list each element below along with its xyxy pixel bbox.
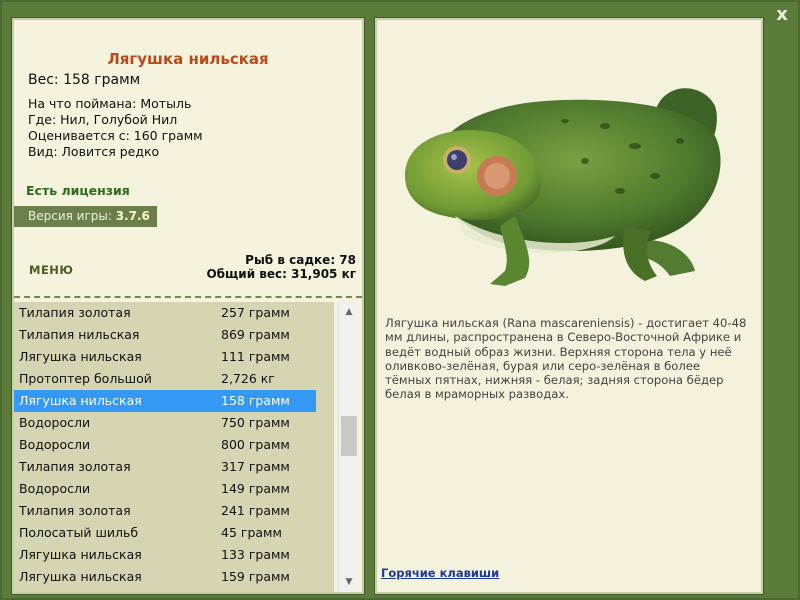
scroll-down-icon[interactable]: ▼ — [339, 574, 359, 590]
frog-image — [405, 88, 721, 286]
list-item-weight: 111 грамм — [221, 349, 290, 364]
list-item[interactable]: Лягушка нильская 159 грамм — [14, 566, 316, 588]
list-item-weight: 257 грамм — [221, 305, 290, 320]
list-item-name: Лягушка нильская — [19, 547, 142, 562]
list-item-weight: 800 грамм — [221, 437, 290, 452]
list-item[interactable]: Водоросли 750 грамм — [14, 412, 316, 434]
catch-info-panel: Лягушка нильская Вес: 158 грамм На что п… — [11, 17, 365, 595]
close-icon[interactable]: x — [770, 4, 794, 26]
list-item-name: Тилапия золотая — [19, 305, 131, 320]
list-item-weight: 869 грамм — [221, 327, 290, 342]
list-item-name: Лягушка нильская — [19, 393, 142, 408]
list-item[interactable]: Тилапия золотая 241 грамм — [14, 500, 316, 522]
list-item-weight: 45 грамм — [221, 525, 282, 540]
list-item[interactable]: Полосатый шильб 45 грамм — [14, 522, 316, 544]
list-scrollbar[interactable]: ▲ ▼ — [338, 302, 359, 592]
list-item[interactable]: Лягушка нильская 133 грамм — [14, 544, 316, 566]
list-item-weight: 158 грамм — [221, 393, 290, 408]
list-item[interactable]: Водоросли 149 грамм — [14, 478, 316, 500]
list-item-name: Тилапия золотая — [19, 459, 131, 474]
scroll-up-icon[interactable]: ▲ — [339, 304, 359, 320]
list-item[interactable]: Лягушка нильская 111 грамм — [14, 346, 316, 368]
version-badge: Версия игры: 3.7.6 — [14, 206, 157, 227]
list-item[interactable]: Лягушка нильская 158 грамм — [14, 390, 316, 412]
hotkeys-link[interactable]: Горячие клавиши — [381, 566, 499, 580]
catch-list[interactable]: Тилапия золотая 257 грамм Тилапия нильская… — [14, 302, 334, 592]
version-value: 3.7.6 — [115, 209, 150, 223]
list-item-name: Тилапия нильская — [19, 327, 140, 342]
fish-info: Лягушка нильская Вес: 158 грамм На что п… — [14, 20, 362, 310]
list-item-name: Водоросли — [19, 481, 91, 496]
list-item-weight: 241 грамм — [221, 503, 290, 518]
fish-weight: Вес: 158 грамм — [28, 72, 141, 88]
total-weight: Общий вес: 31,905 кг — [206, 267, 356, 281]
fish-rarity: Вид: Ловится редко — [28, 144, 160, 159]
version-label: Версия игры: — [28, 209, 116, 223]
list-item[interactable]: Водоросли 800 грамм — [14, 434, 316, 456]
list-item-name: Тилапия золотая — [19, 503, 131, 518]
list-item-weight: 159 грамм — [221, 569, 290, 584]
list-item-name: Водоросли — [19, 415, 91, 430]
list-item-weight: 2,726 кг — [221, 371, 275, 386]
fish-bait: На что поймана: Мотыль — [28, 96, 192, 111]
list-item-name: Лягушка нильская — [19, 349, 142, 364]
list-item-name: Лягушка нильская — [19, 569, 142, 584]
list-item[interactable]: Тилапия золотая 257 грамм — [14, 302, 316, 324]
license-status: Есть лицензия — [26, 183, 130, 198]
divider — [14, 296, 362, 298]
list-item[interactable]: Тилапия нильская 869 грамм — [14, 324, 316, 346]
menu-button[interactable]: МЕНЮ — [29, 263, 73, 277]
list-item-name: Полосатый шильб — [19, 525, 139, 540]
list-item-name: Водоросли — [19, 437, 91, 452]
fish-location: Где: Нил, Голубой Нил — [28, 112, 178, 127]
fish-count: Рыб в садке: 78 — [245, 253, 356, 267]
list-item-name: Протоптер большой — [19, 371, 152, 386]
list-item-weight: 317 грамм — [221, 459, 290, 474]
list-item-weight: 133 грамм — [221, 547, 290, 562]
fish-valued-from: Оценивается с: 160 грамм — [28, 128, 203, 143]
fish-title: Лягушка нильская — [107, 50, 269, 68]
keepnet-stats: Рыб в садке: 78 Общий вес: 31,905 кг — [206, 253, 356, 281]
fish-detail-panel: Лягушка нильская (Rana mascareniensis) -… — [374, 17, 764, 595]
list-item-weight: 149 грамм — [221, 481, 290, 496]
list-item[interactable]: Тилапия золотая 317 грамм — [14, 456, 316, 478]
fish-description: Лягушка нильская (Rana mascareniensis) -… — [385, 316, 747, 402]
list-item[interactable]: Протоптер большой 2,726 кг — [14, 368, 316, 390]
list-item-weight: 750 грамм — [221, 415, 290, 430]
scrollbar-thumb[interactable] — [341, 416, 357, 456]
